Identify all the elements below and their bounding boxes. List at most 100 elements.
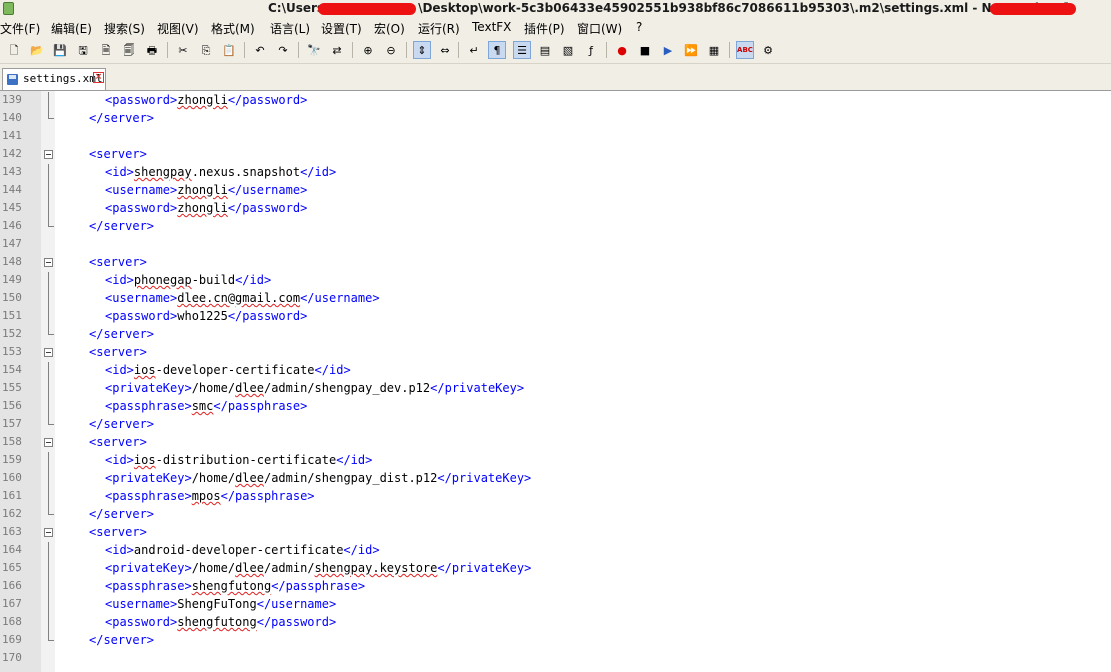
macro-play-icon[interactable]: ▶ <box>659 41 677 59</box>
toolbar-separator <box>298 42 299 58</box>
close-all-icon[interactable]: 🗐 <box>120 41 138 59</box>
fold-toggle-icon[interactable] <box>44 258 53 267</box>
undo-icon[interactable]: ↶ <box>251 41 269 59</box>
copy-icon[interactable]: ⎘ <box>197 41 215 59</box>
code-line[interactable]: 149 <id>phonegap-build</id> <box>0 272 1111 290</box>
save-all-icon[interactable]: 🖫 <box>74 41 92 59</box>
code-line[interactable]: 147 <box>0 236 1111 254</box>
code-line[interactable]: 170 <box>0 650 1111 668</box>
code-line[interactable]: 141 <box>0 128 1111 146</box>
code-line[interactable]: 145 <password>zhongli</password> <box>0 200 1111 218</box>
menu-item[interactable]: 设置(T) <box>321 20 368 37</box>
fold-toggle-icon[interactable] <box>44 438 53 447</box>
macro-stop-icon[interactable]: ■ <box>636 41 654 59</box>
code-line[interactable]: 166 <passphrase>shengfutong</passphrase> <box>0 578 1111 596</box>
code-line[interactable]: 161 <passphrase>mpos</passphrase> <box>0 488 1111 506</box>
fold-guide <box>48 182 49 200</box>
menu-item[interactable]: ? <box>636 20 648 34</box>
menu-item[interactable]: 窗口(W) <box>577 20 628 37</box>
menu-item[interactable]: 格式(M) <box>211 20 261 37</box>
function-list-icon[interactable]: ƒ <box>582 41 600 59</box>
xml-tag: <password> <box>105 93 178 107</box>
menu-item[interactable]: 搜索(S) <box>104 20 151 37</box>
code-line[interactable]: 169 </server> <box>0 632 1111 650</box>
code-line[interactable]: 144 <username>zhongli</username> <box>0 182 1111 200</box>
save-icon[interactable]: 💾 <box>51 41 69 59</box>
code-line[interactable]: 156 <passphrase>smc</passphrase> <box>0 398 1111 416</box>
xml-text: ios <box>133 453 156 467</box>
doc-map-icon[interactable]: ▧ <box>559 41 577 59</box>
code-line[interactable]: 146 </server> <box>0 218 1111 236</box>
code-text: <id>ios-distribution-certificate</id> <box>105 453 372 467</box>
redo-icon[interactable]: ↷ <box>274 41 292 59</box>
xml-tag: </passphrase> <box>220 489 315 503</box>
print-icon[interactable]: 🖶 <box>143 41 161 59</box>
word-wrap-icon[interactable]: ↵ <box>465 41 483 59</box>
line-number: 147 <box>2 237 22 250</box>
spell-options-icon[interactable]: ⚙ <box>759 41 777 59</box>
menu-item[interactable]: 插件(P) <box>524 20 571 37</box>
code-line[interactable]: 150 <username>dlee.cn@gmail.com</username… <box>0 290 1111 308</box>
close-tab-icon[interactable]: × <box>93 72 104 83</box>
menu-item[interactable]: 文件(F) <box>0 20 46 37</box>
replace-icon[interactable]: ⇄ <box>328 41 346 59</box>
line-number: 148 <box>2 255 22 268</box>
sync-vertical-icon[interactable]: ⇕ <box>413 41 431 59</box>
code-line[interactable]: 165 <privateKey>/home/dlee/admin/shengpay… <box>0 560 1111 578</box>
code-line[interactable]: 164 <id>android-developer-certificate</id… <box>0 542 1111 560</box>
tab-settings-xml[interactable]: settings.xml × <box>2 68 106 90</box>
code-line[interactable]: 140 </server> <box>0 110 1111 128</box>
code-line[interactable]: 151 <password>who1225</password> <box>0 308 1111 326</box>
code-line[interactable]: 168 <password>shengfutong</password> <box>0 614 1111 632</box>
xml-tag: <password> <box>105 201 178 215</box>
indent-guide-icon[interactable]: ☰ <box>513 41 531 59</box>
cut-icon[interactable]: ✂ <box>174 41 192 59</box>
code-line[interactable]: 152 </server> <box>0 326 1111 344</box>
code-line[interactable]: 158 <server> <box>0 434 1111 452</box>
spell-check-icon[interactable]: ABC <box>736 41 754 59</box>
code-line[interactable]: 157 </server> <box>0 416 1111 434</box>
new-file-icon[interactable]: 🗋 <box>5 41 23 59</box>
menu-item[interactable]: TextFX <box>472 20 517 34</box>
fold-toggle-icon[interactable] <box>44 348 53 357</box>
menu-item[interactable]: 宏(O) <box>374 20 411 37</box>
xml-tag: <password> <box>105 309 178 323</box>
menu-item[interactable]: 视图(V) <box>157 20 205 37</box>
fold-guide <box>48 308 49 326</box>
zoom-out-icon[interactable]: ⊖ <box>382 41 400 59</box>
show-all-chars-icon[interactable]: ¶ <box>488 41 506 59</box>
code-line[interactable]: 162 </server> <box>0 506 1111 524</box>
code-line[interactable]: 148 <server> <box>0 254 1111 272</box>
fold-toggle-icon[interactable] <box>44 528 53 537</box>
code-line[interactable]: 159 <id>ios-distribution-certificate</id> <box>0 452 1111 470</box>
macro-record-icon[interactable]: ● <box>613 41 631 59</box>
macro-run-multiple-icon[interactable]: ⏩ <box>682 41 700 59</box>
menu-item[interactable]: 编辑(E) <box>51 20 98 37</box>
code-line[interactable]: 154 <id>ios-developer-certificate</id> <box>0 362 1111 380</box>
code-line[interactable]: 163 <server> <box>0 524 1111 542</box>
xml-text: dlee.cn@gmail.com <box>177 291 301 305</box>
xml-tag: </password> <box>227 93 308 107</box>
code-line[interactable]: 142 <server> <box>0 146 1111 164</box>
code-line[interactable]: 153 <server> <box>0 344 1111 362</box>
fold-guide <box>48 470 49 488</box>
zoom-in-icon[interactable]: ⊕ <box>359 41 377 59</box>
menu-item[interactable]: 语言(L) <box>270 20 316 37</box>
open-file-icon[interactable]: 📂 <box>28 41 46 59</box>
code-line[interactable]: 167 <username>ShengFuTong</username> <box>0 596 1111 614</box>
fold-toggle-icon[interactable] <box>44 150 53 159</box>
code-line[interactable]: 143 <id>shengpay.nexus.snapshot</id> <box>0 164 1111 182</box>
code-line[interactable]: 139 <password>zhongli</password> <box>0 92 1111 110</box>
editor-pane[interactable]: 139 <password>zhongli</password> 140 </serv… <box>0 91 1111 672</box>
language-icon[interactable]: ▤ <box>536 41 554 59</box>
code-line[interactable]: 160 <privateKey>/home/dlee/admin/shengpay… <box>0 470 1111 488</box>
close-icon[interactable]: 🗎 <box>97 41 115 59</box>
macro-save-icon[interactable]: ▦ <box>705 41 723 59</box>
find-icon[interactable]: 🔭 <box>305 41 323 59</box>
notepadpp-app-icon[interactable] <box>3 2 14 15</box>
paste-icon[interactable]: 📋 <box>220 41 238 59</box>
menu-item[interactable]: 运行(R) <box>418 20 466 37</box>
sync-horizontal-icon[interactable]: ⇔ <box>436 41 454 59</box>
line-number: 149 <box>2 273 22 286</box>
code-line[interactable]: 155 <privateKey>/home/dlee/admin/shengpay… <box>0 380 1111 398</box>
